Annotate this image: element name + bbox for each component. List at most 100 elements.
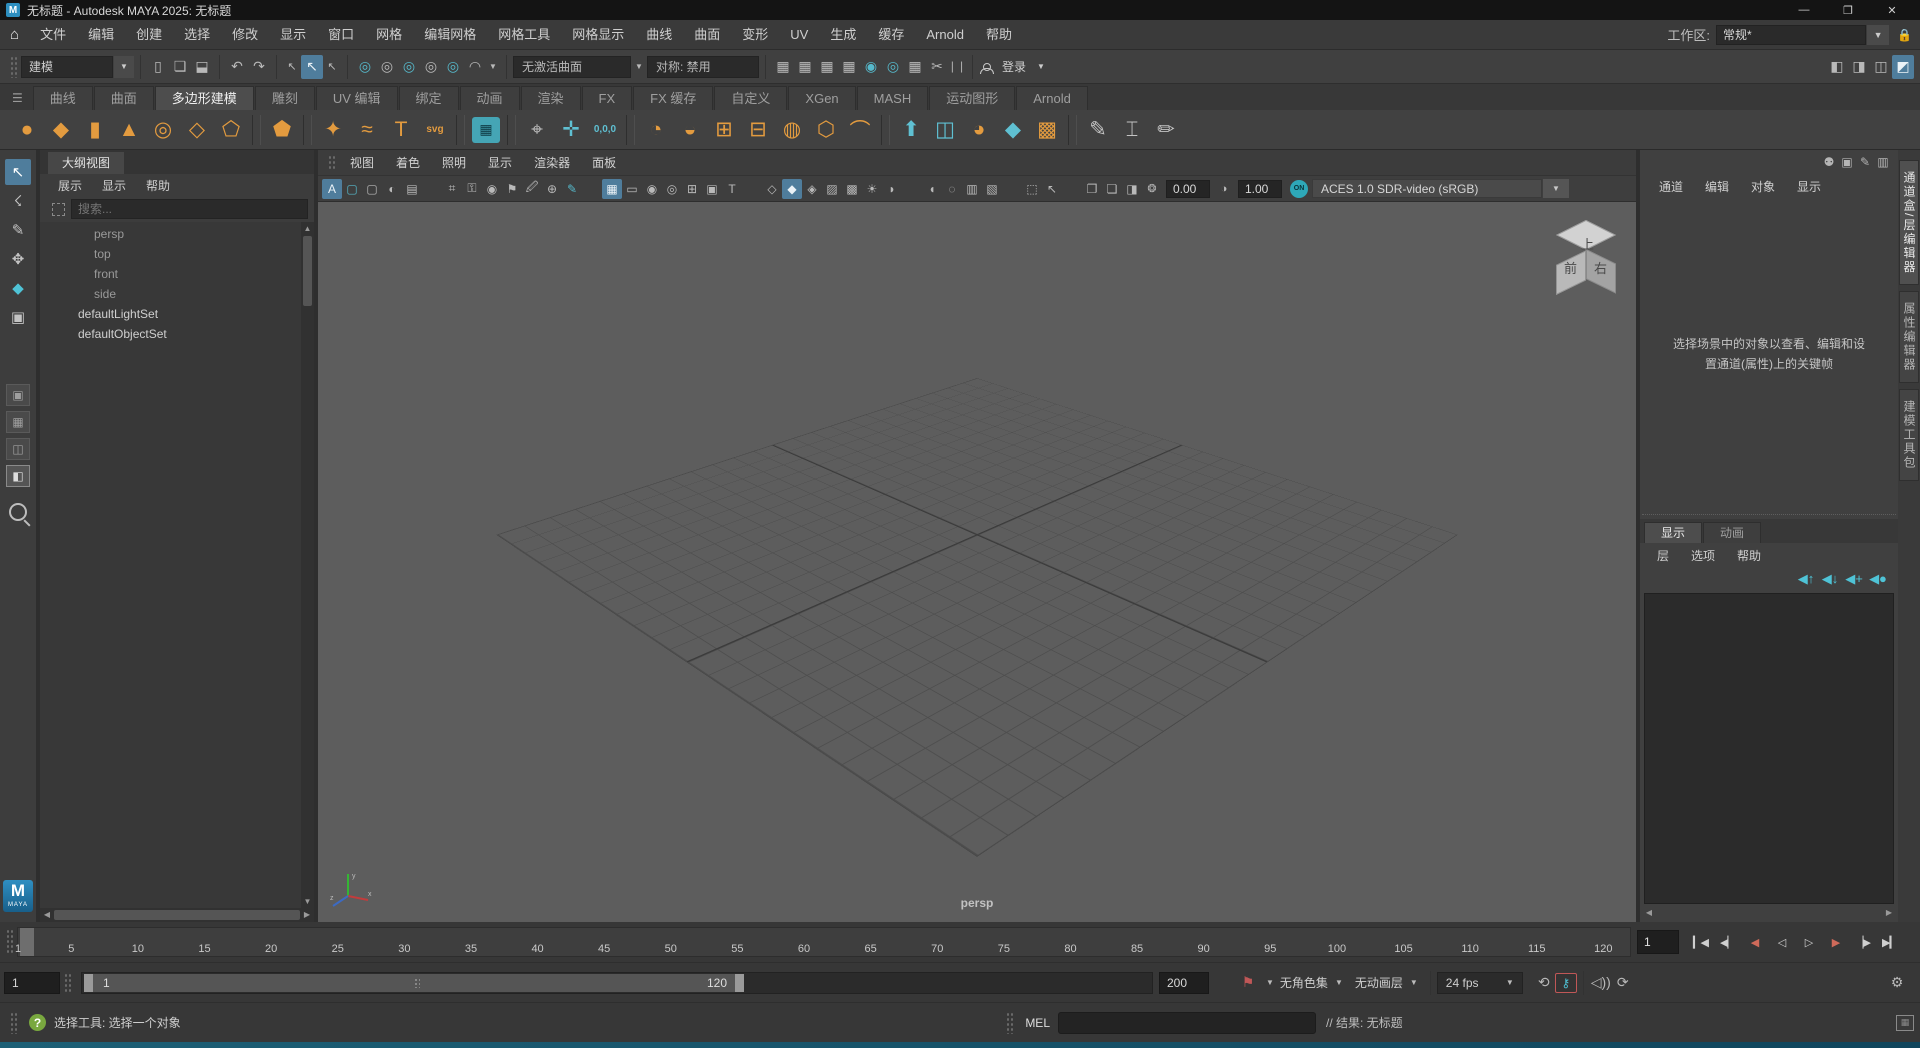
animation-end-field[interactable]: 200	[1159, 971, 1209, 994]
home-icon[interactable]: ⌂	[10, 26, 19, 43]
range-center-grip[interactable]	[414, 977, 420, 988]
xray-icon[interactable]: ↖	[1042, 179, 1062, 199]
viewport-menu-item[interactable]: 面板	[581, 154, 627, 171]
svg-icon[interactable]: svg	[418, 113, 452, 147]
menu-item[interactable]: 曲线	[635, 20, 683, 49]
script-editor-icon[interactable]: ▦	[1896, 1014, 1914, 1031]
login-caret-icon[interactable]: ▼	[1031, 56, 1051, 78]
viewport-menu-item[interactable]: 着色	[385, 154, 431, 171]
range-slider-active-range[interactable]: 1 120	[84, 973, 744, 992]
set-key-icon[interactable]: ⚑	[1237, 971, 1259, 995]
mute-sound-icon[interactable]: ◁))	[1590, 971, 1612, 995]
menu-item[interactable]: 显示	[269, 20, 317, 49]
close-button[interactable]: ✕	[1870, 0, 1914, 20]
sidebar-toolbox-toggle-icon[interactable]: ◨	[1848, 55, 1870, 79]
snap-together-icon[interactable]: ✛	[554, 113, 588, 147]
shelf-tab[interactable]: 雕刻	[254, 86, 315, 110]
shelf-sep-1[interactable]	[252, 114, 261, 145]
render-settings-icon[interactable]: ▦	[838, 55, 860, 79]
sidebar-vertical-tab[interactable]: 属性编辑器	[1899, 291, 1919, 384]
poly-cone-icon[interactable]: ▲	[112, 113, 146, 147]
poly-cube-icon[interactable]: ◆	[44, 113, 78, 147]
safe-title-icon[interactable]: T	[722, 179, 742, 199]
exposure-field[interactable]: 0.00	[1166, 179, 1210, 198]
shelf-tab[interactable]: FX	[581, 86, 633, 110]
shelf-tab[interactable]: 绑定	[398, 86, 459, 110]
scroll-left-icon[interactable]: ◀	[40, 908, 54, 922]
platonic-solid-icon[interactable]: ⬟	[265, 113, 299, 147]
vp-sep-5[interactable]	[1002, 179, 1022, 199]
sidebar-vertical-tab[interactable]: 通道盒/层编辑器	[1899, 160, 1919, 286]
shelf-sep-2[interactable]	[303, 114, 312, 145]
outliner-item[interactable]: defaultObjectSet	[40, 324, 300, 344]
sphere-shade-icon[interactable]: ◐	[382, 179, 402, 199]
mirror-icon[interactable]: ◫	[928, 113, 962, 147]
flat-shade-icon[interactable]: ▤	[402, 179, 422, 199]
wireframe-on-shaded-icon[interactable]: ◈	[802, 179, 822, 199]
paint-select-tool[interactable]: ✎	[5, 217, 31, 243]
open-scene-icon[interactable]: ❏	[169, 55, 191, 79]
layer-editor-tab[interactable]: 动画	[1703, 522, 1762, 543]
poly-torus-icon[interactable]: ◎	[146, 113, 180, 147]
motion-blur-icon[interactable]: ◌	[942, 179, 962, 199]
lock-camera-icon[interactable]: ⚿	[462, 179, 482, 199]
sidebar-vertical-tab[interactable]: 建模工具包	[1899, 389, 1919, 482]
sidebar-channelbox-toggle-icon[interactable]: ◫	[1870, 55, 1892, 79]
vp-sep-6[interactable]	[1062, 179, 1082, 199]
range-slider-track[interactable]: 1 120	[81, 971, 1153, 994]
lasso-tool[interactable]: ☇	[5, 188, 31, 214]
menu-item[interactable]: 变形	[731, 20, 779, 49]
layer-list[interactable]	[1644, 593, 1894, 904]
statusline-grip[interactable]	[10, 55, 17, 78]
shadows-icon[interactable]: ◗	[882, 179, 902, 199]
range-start-handle[interactable]	[84, 973, 93, 992]
range-grip[interactable]	[64, 972, 71, 993]
shelf-tab[interactable]: 动画	[459, 86, 520, 110]
outliner-menu-item[interactable]: 帮助	[136, 177, 180, 194]
anim-layer-dropdown[interactable]: 无动画层 ▼	[1355, 974, 1418, 991]
channelbox-menu-item[interactable]: 显示	[1786, 178, 1832, 195]
menuset-dropdown[interactable]: 建模	[21, 55, 113, 78]
scroll-right-icon[interactable]: ▶	[1882, 906, 1896, 920]
vp-sep-1[interactable]	[422, 179, 442, 199]
layer-editor-menu-item[interactable]: 层	[1646, 547, 1680, 564]
screen-ao-icon[interactable]: ◖	[922, 179, 942, 199]
playback-loop-icon[interactable]: ⟲	[1533, 971, 1555, 995]
view-cube[interactable]: 上 前 右	[1554, 220, 1618, 295]
outliner-horizontal-scrollbar[interactable]: ◀ ▶	[40, 908, 314, 922]
type-text-icon[interactable]: T	[384, 113, 418, 147]
select-tool[interactable]: ↖	[5, 159, 31, 185]
snap-curve-icon[interactable]: ◎	[376, 55, 398, 79]
menu-item[interactable]: Arnold	[915, 20, 975, 49]
outliner-item[interactable]: top	[40, 244, 300, 264]
pan-zoom-icon[interactable]: ⊕	[542, 179, 562, 199]
film-gate-icon[interactable]: ▭	[622, 179, 642, 199]
new-scene-icon[interactable]: ▯	[147, 55, 169, 79]
poly-disc-icon[interactable]: ⬠	[214, 113, 248, 147]
new-empty-layer-icon[interactable]: ◀+	[1842, 567, 1866, 591]
launch-app-icon[interactable]: ✂	[926, 55, 948, 79]
menu-item[interactable]: 窗口	[317, 20, 365, 49]
make-live-icon[interactable]: ◠	[464, 55, 486, 79]
new-layer-from-selected-icon[interactable]: ◀●	[1866, 567, 1890, 591]
shelf-tab[interactable]: 多边形建模	[154, 86, 254, 110]
menu-item[interactable]: 生成	[819, 20, 867, 49]
boolean-icon[interactable]: ◍	[775, 113, 809, 147]
pane-layout-icon-1[interactable]: ❐	[1082, 179, 1102, 199]
gamma-field[interactable]: 1.00	[1238, 179, 1282, 198]
menu-item[interactable]: 网格工具	[487, 20, 561, 49]
modeling-toolkit-icon[interactable]: ▦	[472, 116, 500, 143]
poly-sphere-icon[interactable]: ●	[10, 113, 44, 147]
viewport-menu-item[interactable]: 渲染器	[523, 154, 581, 171]
menu-item[interactable]: 曲面	[683, 20, 731, 49]
menu-item[interactable]: 帮助	[975, 20, 1023, 49]
wireframe-icon[interactable]: ◇	[762, 179, 782, 199]
viewport-grip[interactable]	[328, 154, 335, 171]
lighting-icon[interactable]: ☀	[862, 179, 882, 199]
workspace-dropdown[interactable]: 常规*	[1716, 24, 1867, 45]
save-scene-icon[interactable]: ⬓	[191, 55, 213, 79]
super-shape-icon[interactable]: ✦	[316, 113, 350, 147]
play-backwards-button[interactable]: ◁	[1768, 930, 1795, 954]
sync-playback-icon[interactable]: ⟳	[1612, 971, 1634, 995]
resolution-gate-icon[interactable]: ◉	[642, 179, 662, 199]
